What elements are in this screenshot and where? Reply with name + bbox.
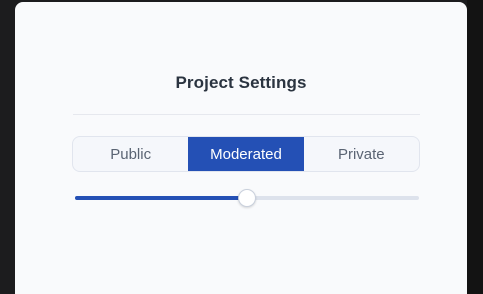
page-title: Project Settings [175, 73, 307, 92]
divider [73, 114, 420, 115]
segment-public[interactable]: Public [73, 137, 188, 171]
level-slider[interactable] [75, 188, 419, 208]
segment-moderated[interactable]: Moderated [188, 137, 304, 171]
visibility-segmented-control: Public Moderated Private [72, 136, 420, 172]
slider-thumb[interactable] [238, 189, 256, 207]
window-edge [467, 0, 483, 294]
slider-fill [75, 196, 247, 200]
segment-private[interactable]: Private [304, 137, 419, 171]
settings-panel: Project Settings Public Moderated Privat… [15, 2, 467, 294]
